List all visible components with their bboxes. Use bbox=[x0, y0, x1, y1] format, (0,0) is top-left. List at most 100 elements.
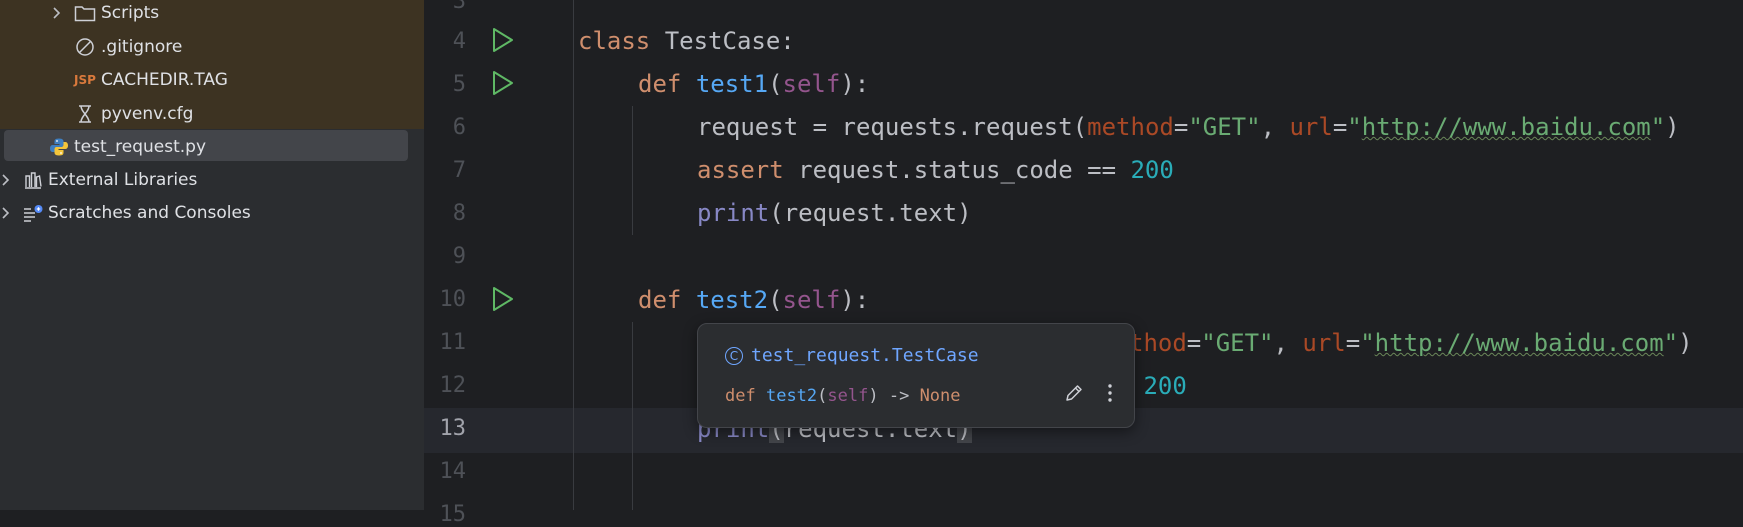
chevron-right-icon[interactable] bbox=[0, 206, 11, 219]
token-op: = bbox=[798, 113, 842, 141]
token-expr: request.text bbox=[783, 199, 958, 227]
pencil-icon bbox=[1066, 385, 1082, 401]
tree-item-label: External Libraries bbox=[48, 169, 198, 190]
tree-item-cachedir-tag[interactable]: JSP CACHEDIR.TAG bbox=[0, 63, 424, 96]
tree-item-label: CACHEDIR.TAG bbox=[101, 69, 228, 90]
token-param: url bbox=[1289, 113, 1333, 141]
line-number-current: 13 bbox=[439, 416, 467, 441]
token-punct: , bbox=[1273, 329, 1303, 357]
token-keyword: class bbox=[578, 27, 651, 55]
line-number: 10 bbox=[439, 287, 467, 312]
token-call: requests.request bbox=[841, 113, 1073, 141]
indent-guide bbox=[632, 106, 633, 235]
token-punct: ): bbox=[840, 286, 870, 314]
tree-item-label: test_request.py bbox=[74, 136, 207, 157]
token-number: 200 bbox=[1130, 156, 1174, 184]
run-class-icon[interactable] bbox=[488, 25, 518, 55]
more-options-button[interactable] bbox=[1096, 379, 1124, 407]
line-number: 15 bbox=[439, 502, 467, 527]
tree-item-external-libraries[interactable]: External Libraries bbox=[0, 163, 424, 196]
code-editor[interactable]: 3 4 5 6 7 8 9 10 11 12 13 14 15 class Te… bbox=[424, 0, 1743, 527]
line-number: 11 bbox=[439, 330, 467, 355]
code-line-5: def test1(self): bbox=[638, 70, 869, 98]
token-number: 200 bbox=[1129, 372, 1187, 400]
code-line-8: print(request.text) bbox=[697, 199, 972, 227]
line-number: 9 bbox=[452, 244, 466, 269]
token-param: thod bbox=[1129, 329, 1187, 357]
project-tool-window: Scripts .gitignore JSP CACHEDIR.TAG pyve… bbox=[0, 0, 424, 510]
token-op: = bbox=[1345, 329, 1361, 357]
token-keyword: assert bbox=[697, 156, 784, 184]
token-class-name: TestCase bbox=[664, 27, 781, 55]
token-keyword: def bbox=[638, 70, 682, 98]
token-punct: ): bbox=[840, 70, 870, 98]
line-number: 8 bbox=[452, 201, 466, 226]
token-string: " bbox=[1360, 329, 1375, 357]
token-punct: ) bbox=[1665, 113, 1680, 141]
folder-icon bbox=[74, 2, 96, 24]
run-test2-icon[interactable] bbox=[488, 284, 518, 314]
line-number: 4 bbox=[452, 29, 466, 54]
code-line-7: assert request.status_code == 200 bbox=[697, 156, 1174, 184]
tree-item-label: pyvenv.cfg bbox=[101, 103, 194, 124]
url-link[interactable]: http://www.baidu.com bbox=[1375, 329, 1664, 357]
more-vertical-icon bbox=[1108, 384, 1112, 402]
quick-documentation-popup: C test_request.TestCase def test2(self) … bbox=[697, 323, 1135, 428]
doc-signature: def test2(self) -> None bbox=[725, 386, 961, 406]
scratches-icon bbox=[22, 202, 44, 224]
code-line-12-visible-part: 200 bbox=[1129, 372, 1187, 400]
token-punct: : bbox=[780, 27, 795, 55]
token-function: test1 bbox=[695, 70, 769, 98]
token-expr: request.status_code == bbox=[783, 156, 1131, 184]
class-icon: C bbox=[725, 346, 743, 365]
tree-item-scripts[interactable]: Scripts bbox=[0, 0, 424, 29]
doc-class-row[interactable]: C test_request.TestCase bbox=[725, 345, 979, 366]
python-file-icon bbox=[48, 136, 70, 158]
token-punct: ( bbox=[768, 286, 783, 314]
run-test1-icon[interactable] bbox=[488, 68, 518, 98]
token-string: "GET" bbox=[1188, 113, 1261, 141]
token-self: self bbox=[782, 286, 841, 314]
line-number: 12 bbox=[439, 373, 467, 398]
tree-item-pyvenv-cfg[interactable]: pyvenv.cfg bbox=[0, 97, 424, 130]
doc-class-path[interactable]: test_request.TestCase bbox=[751, 345, 979, 366]
token-op: = bbox=[1186, 329, 1202, 357]
code-line-6: request = requests.request(method="GET",… bbox=[697, 113, 1680, 141]
token-param: method bbox=[1087, 113, 1174, 141]
sig-keyword: def bbox=[725, 386, 756, 406]
token-punct: ) bbox=[957, 199, 972, 227]
sig-function: test2 bbox=[765, 386, 818, 406]
token-punct: , bbox=[1260, 113, 1290, 141]
code-line-4: class TestCase: bbox=[578, 27, 795, 55]
library-icon bbox=[22, 169, 44, 191]
code-line-10: def test2(self): bbox=[638, 286, 869, 314]
token-var: request bbox=[697, 113, 799, 141]
token-self: self bbox=[782, 70, 841, 98]
url-link[interactable]: http://www.baidu.com bbox=[1362, 113, 1651, 141]
token-op: = bbox=[1173, 113, 1189, 141]
edit-source-button[interactable] bbox=[1060, 379, 1088, 407]
chevron-right-icon[interactable] bbox=[0, 173, 11, 186]
sig-arrow: -> bbox=[878, 386, 920, 406]
tree-item-scratches-consoles[interactable]: Scratches and Consoles bbox=[0, 196, 424, 229]
token-punct: ) bbox=[1678, 329, 1693, 357]
indent-guide bbox=[632, 322, 633, 510]
line-number: 5 bbox=[452, 72, 466, 97]
line-number: 3 bbox=[452, 0, 466, 14]
token-op: = bbox=[1332, 113, 1348, 141]
token-punct: ( bbox=[768, 70, 783, 98]
jsp-file-icon: JSP bbox=[74, 69, 96, 91]
token-punct: ( bbox=[1072, 113, 1088, 141]
token-keyword: def bbox=[638, 286, 682, 314]
indent-guide bbox=[573, 0, 574, 510]
sig-punct: ) bbox=[868, 386, 879, 406]
line-number: 6 bbox=[452, 115, 466, 140]
sig-self: self bbox=[827, 386, 869, 406]
tree-item-gitignore[interactable]: .gitignore bbox=[0, 30, 424, 63]
tree-item-label: .gitignore bbox=[101, 36, 183, 57]
tree-item-test-request-py[interactable]: test_request.py bbox=[0, 130, 424, 163]
sig-return-type: None bbox=[919, 386, 961, 406]
ignore-file-icon bbox=[74, 36, 96, 58]
sig-punct: ( bbox=[817, 386, 828, 406]
chevron-right-icon[interactable] bbox=[50, 6, 62, 19]
